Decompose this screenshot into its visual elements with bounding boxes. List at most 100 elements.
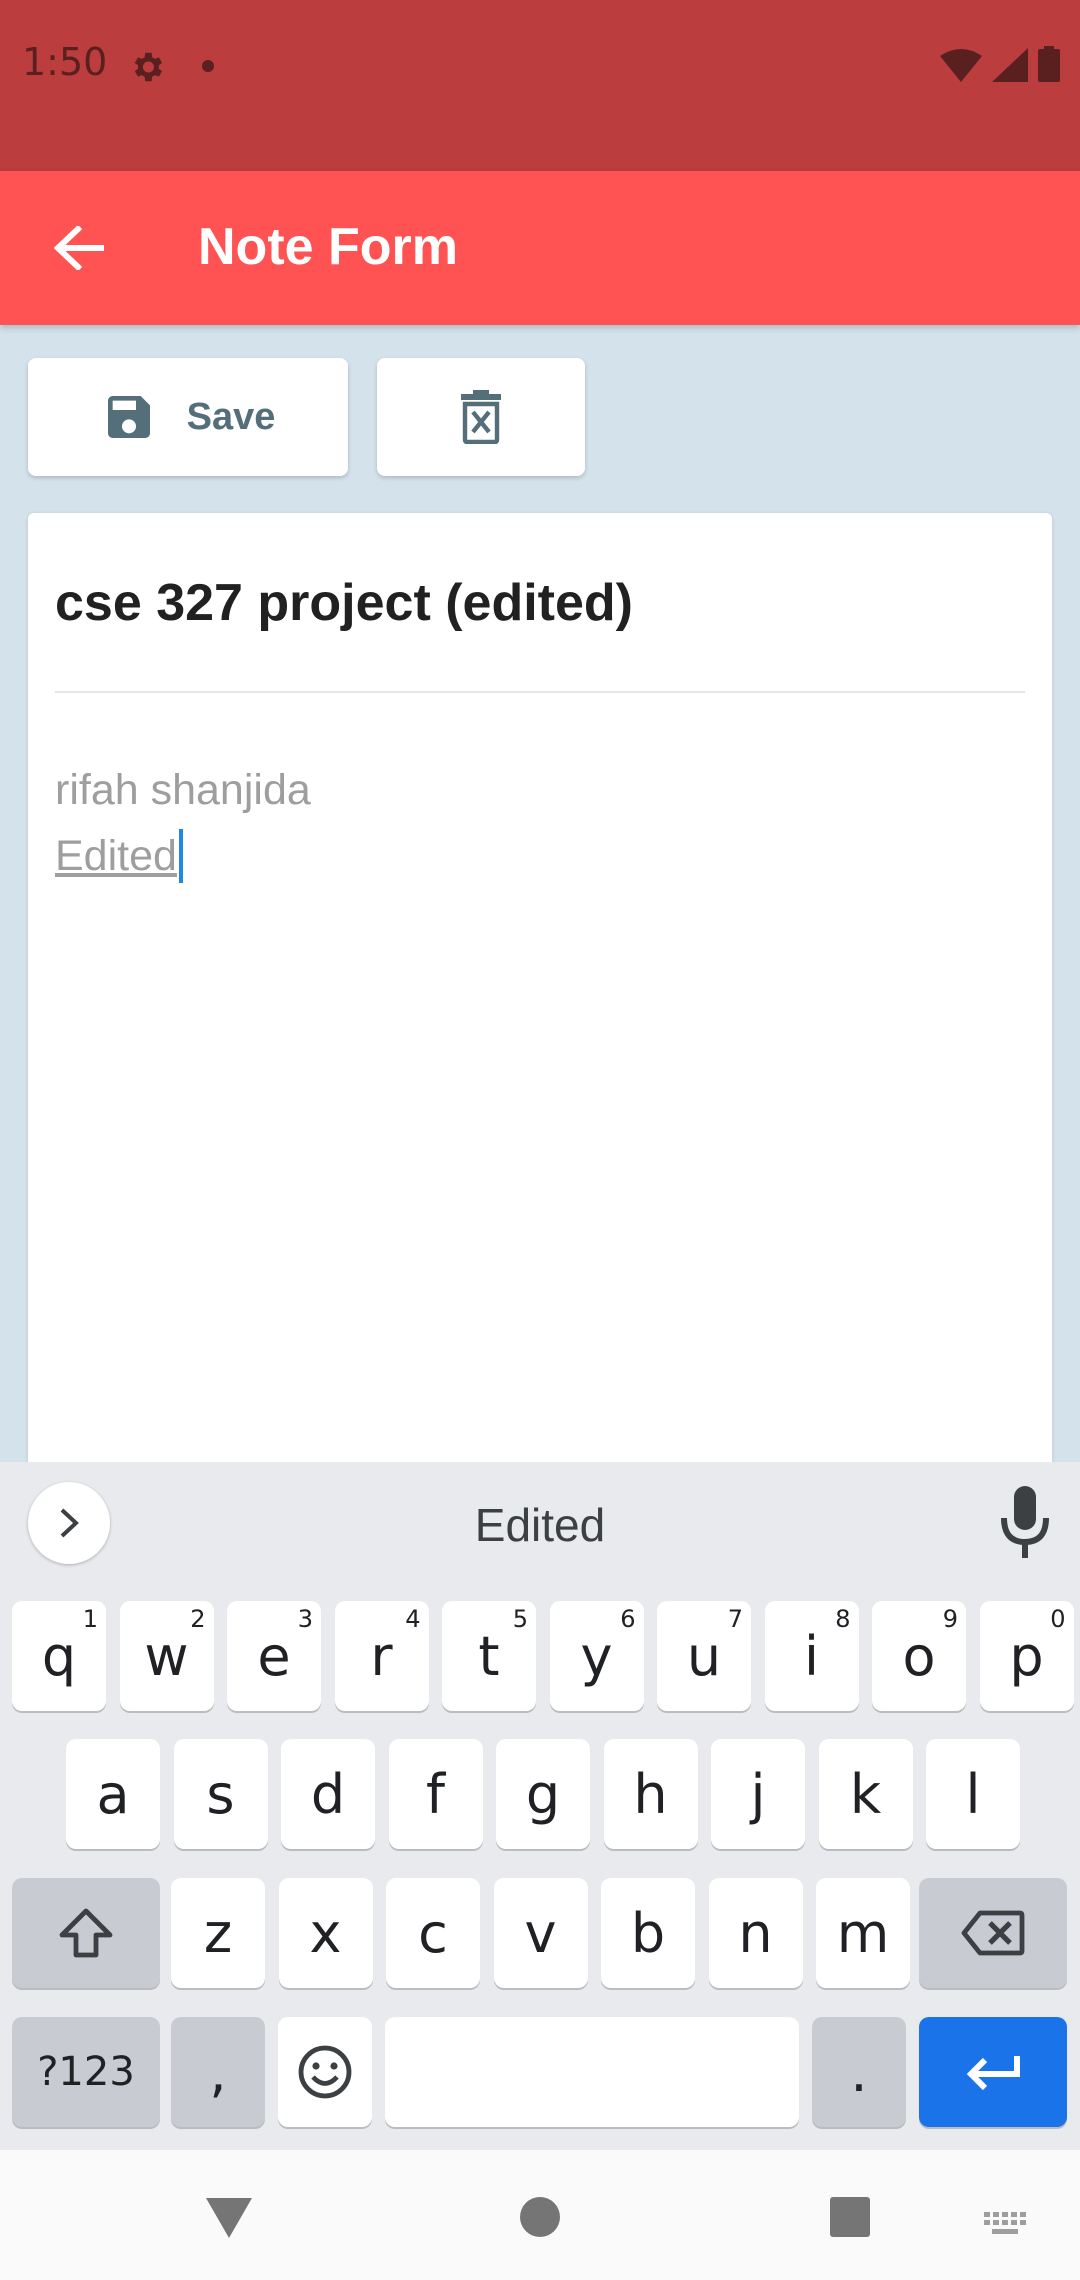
key-number-hint: 8 — [835, 1605, 851, 1633]
key-j[interactable]: j — [711, 1739, 805, 1849]
key-q[interactable]: q1 — [12, 1601, 106, 1711]
key-o[interactable]: o9 — [872, 1601, 966, 1711]
soft-keyboard: Edited ?123 , . q 1 w 2 e 3 r 4 t 5 y 6 … — [0, 1462, 1080, 2150]
suggestion-word[interactable]: Edited — [0, 1498, 1080, 1552]
key-label: l — [965, 1762, 981, 1826]
key-d[interactable]: d — [281, 1739, 375, 1849]
key-w[interactable]: w2 — [119, 1601, 214, 1711]
symbols-key[interactable]: ?123 — [12, 2017, 160, 2127]
backspace-key[interactable] — [919, 1878, 1067, 1988]
key-i[interactable]: i8 — [764, 1601, 859, 1711]
key-g[interactable]: g — [496, 1739, 590, 1849]
key-label: e — [257, 1624, 291, 1688]
back-triangle-icon[interactable] — [204, 2196, 254, 2240]
shift-key[interactable] — [12, 1878, 160, 1988]
note-body-input[interactable]: rifah shanjida Edited — [55, 757, 311, 889]
note-body-line-editing: Edited — [55, 823, 311, 889]
emoji-smiley-icon — [298, 2045, 352, 2099]
enter-key[interactable] — [919, 2017, 1067, 2127]
back-button[interactable] — [44, 213, 114, 283]
period-key[interactable]: . — [812, 2017, 906, 2127]
key-label: y — [580, 1624, 613, 1688]
key-u[interactable]: u7 — [657, 1601, 751, 1711]
page-title: Note Form — [198, 218, 458, 276]
note-title-input[interactable]: cse 327 project (edited) — [55, 573, 633, 633]
note-card: cse 327 project (edited) rifah shanjida … — [28, 513, 1052, 1473]
delete-button[interactable] — [377, 358, 585, 476]
key-t[interactable]: t5 — [442, 1601, 536, 1711]
keyboard-switch-icon[interactable] — [984, 2212, 1028, 2238]
key-label: v — [524, 1901, 557, 1965]
key-label: p — [1009, 1624, 1044, 1688]
key-number-hint: 0 — [1050, 1605, 1066, 1633]
key-n[interactable]: n — [708, 1878, 803, 1988]
microphone-icon[interactable] — [1000, 1486, 1050, 1558]
home-circle-icon[interactable] — [519, 2196, 561, 2238]
key-label: z — [203, 1901, 233, 1965]
notification-dot-icon — [202, 60, 214, 72]
composing-text: Edited — [55, 832, 177, 880]
save-button-label: Save — [186, 395, 276, 438]
key-r[interactable]: r4 — [334, 1601, 429, 1711]
key-label: t — [478, 1624, 500, 1688]
key-label: a — [96, 1762, 130, 1826]
shift-arrow-icon — [59, 1908, 113, 1958]
key-number-hint: 5 — [512, 1605, 528, 1633]
key-label: q — [41, 1624, 77, 1688]
key-number-hint: 9 — [942, 1605, 958, 1633]
comma-key-label: , — [209, 2040, 227, 2104]
key-f[interactable]: f — [388, 1739, 483, 1849]
key-c[interactable]: c — [386, 1878, 480, 1988]
key-number-hint: 1 — [82, 1605, 98, 1633]
key-v[interactable]: v — [493, 1878, 588, 1988]
app-bar: Note Form — [0, 171, 1080, 325]
key-label: m — [836, 1901, 890, 1965]
key-k[interactable]: k — [818, 1739, 913, 1849]
navigation-bar — [0, 2150, 1080, 2280]
recents-square-icon[interactable] — [829, 2196, 871, 2238]
key-label: r — [370, 1624, 393, 1688]
key-h[interactable]: h — [603, 1739, 698, 1849]
battery-icon — [1038, 46, 1060, 82]
status-time: 1:50 — [22, 40, 108, 84]
key-label: s — [206, 1762, 235, 1826]
key-number-hint: 2 — [190, 1605, 206, 1633]
key-label: x — [309, 1901, 342, 1965]
divider — [55, 691, 1025, 693]
symbols-key-label: ?123 — [37, 2049, 135, 2095]
key-b[interactable]: b — [601, 1878, 695, 1988]
emoji-key[interactable] — [278, 2017, 372, 2127]
arrow-back-icon — [54, 226, 104, 270]
key-number-hint: 7 — [727, 1605, 743, 1633]
key-label: n — [738, 1901, 773, 1965]
key-label: w — [144, 1624, 189, 1688]
key-x[interactable]: x — [278, 1878, 373, 1988]
key-y[interactable]: y6 — [549, 1601, 644, 1711]
key-e[interactable]: e3 — [227, 1601, 321, 1711]
key-label: h — [633, 1762, 668, 1826]
key-label: b — [630, 1901, 666, 1965]
key-p[interactable]: p0 — [979, 1601, 1074, 1711]
key-number-hint: 6 — [620, 1605, 636, 1633]
key-s[interactable]: s — [173, 1739, 268, 1849]
key-number-hint: 3 — [297, 1605, 313, 1633]
save-button[interactable]: Save — [28, 358, 348, 476]
key-label: k — [849, 1762, 882, 1826]
wifi-icon — [940, 49, 982, 82]
key-l[interactable]: l — [926, 1739, 1020, 1849]
key-label: f — [425, 1762, 445, 1826]
space-key[interactable] — [385, 2017, 799, 2127]
key-a[interactable]: a — [66, 1739, 160, 1849]
key-label: i — [803, 1624, 819, 1688]
key-m[interactable]: m — [816, 1878, 910, 1988]
key-label: o — [902, 1624, 936, 1688]
key-number-hint: 4 — [405, 1605, 421, 1633]
key-label: j — [750, 1762, 766, 1826]
period-key-label: . — [850, 2040, 868, 2104]
key-z[interactable]: z — [171, 1878, 265, 1988]
cellular-signal-icon — [992, 48, 1028, 82]
key-label: u — [686, 1624, 722, 1688]
key-label: d — [310, 1762, 346, 1826]
comma-key[interactable]: , — [171, 2017, 265, 2127]
backspace-icon — [961, 1910, 1025, 1956]
